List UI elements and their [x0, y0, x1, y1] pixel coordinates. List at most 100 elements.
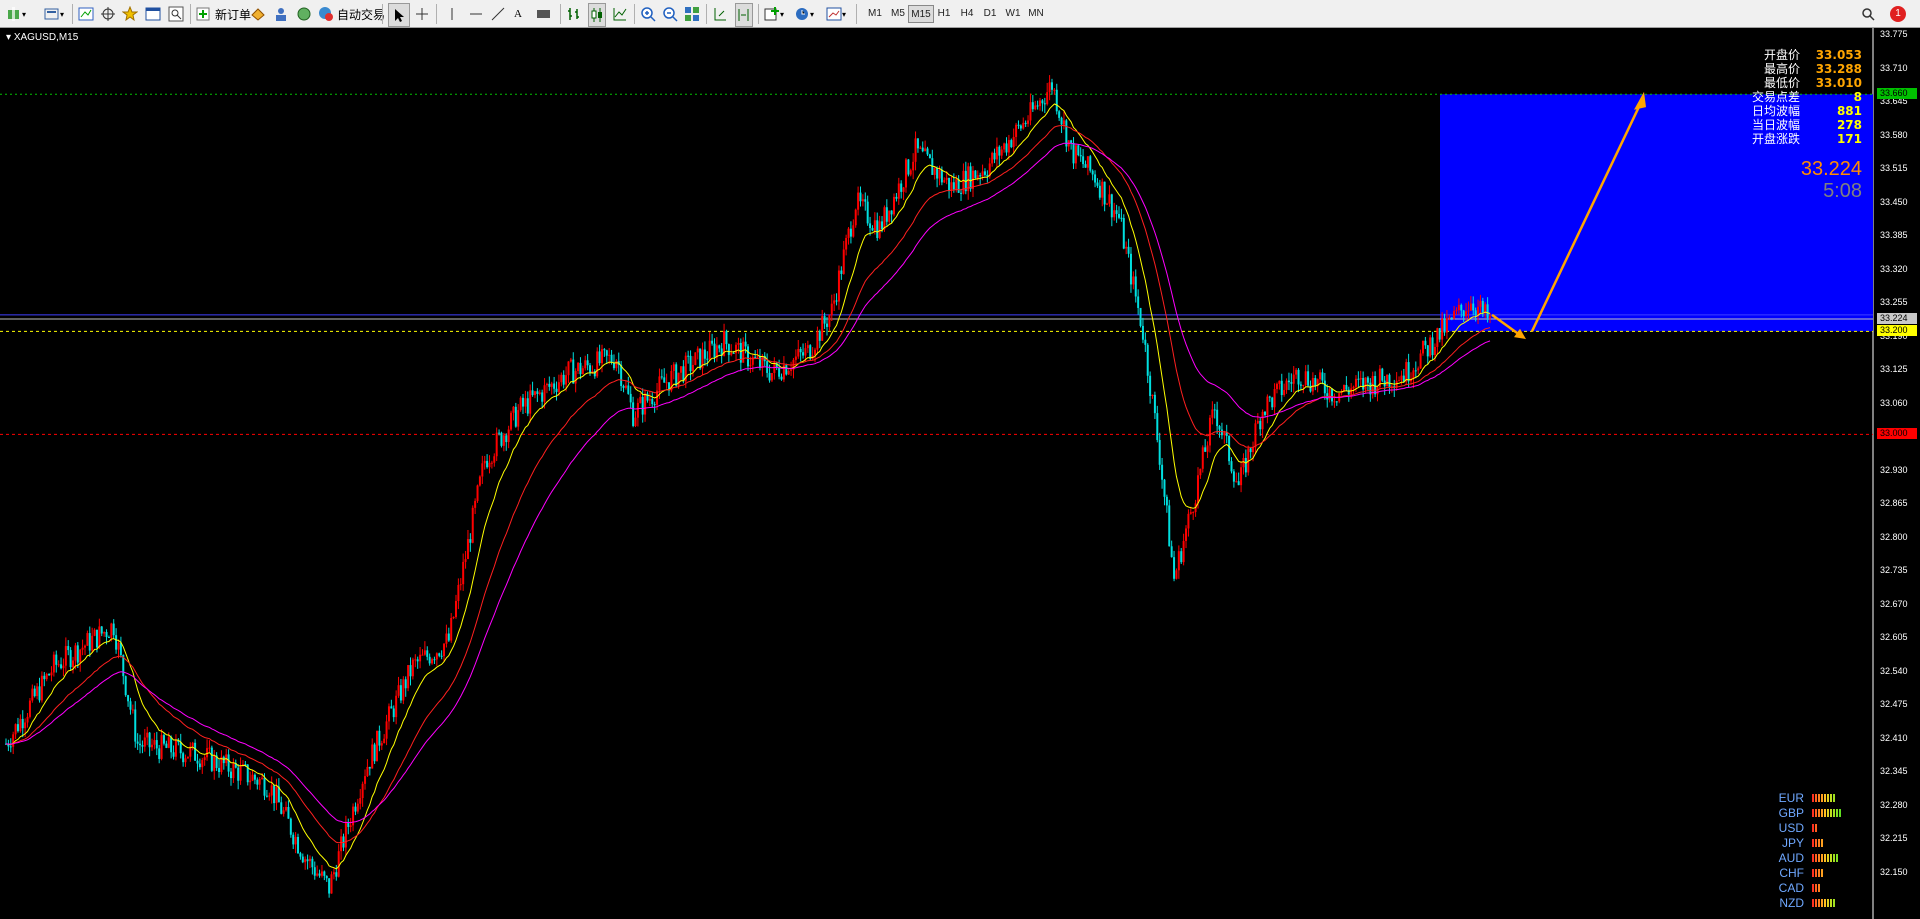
indicators-button[interactable]: ▾ [764, 3, 784, 25]
candle-body [1070, 140, 1073, 143]
candle-body [1113, 210, 1116, 218]
bar-chart-button[interactable] [566, 3, 582, 25]
timeframe-mn[interactable]: MN [1023, 5, 1049, 23]
candle-body [1137, 296, 1140, 308]
candle-body [318, 873, 321, 876]
candle-body [182, 753, 185, 763]
crosshair-tool-button[interactable] [414, 3, 430, 25]
candle-body [976, 175, 979, 179]
market-watch-button[interactable] [78, 3, 94, 25]
line-chart-button[interactable] [612, 3, 628, 25]
candle-body [380, 743, 383, 746]
price-chart[interactable] [0, 28, 1920, 919]
candle-body [1314, 378, 1317, 387]
candlestick-button[interactable] [588, 3, 606, 27]
trendline-button[interactable] [490, 3, 506, 25]
price-tag: 33.660 [1877, 88, 1917, 100]
candle-body [536, 391, 539, 394]
search-button[interactable] [1860, 3, 1876, 25]
candle-body [608, 354, 611, 356]
candle-body [1414, 370, 1417, 372]
candle-body [735, 344, 738, 354]
candle-body [756, 356, 759, 358]
candle-body [1424, 340, 1427, 346]
candle-body [1000, 149, 1003, 156]
candle-body [474, 500, 477, 508]
new-chart-button[interactable]: ▾ [6, 3, 26, 25]
person-icon [273, 6, 289, 22]
currency-name: NZD [1779, 895, 1804, 910]
candle-body [658, 376, 661, 391]
candle-body [364, 776, 367, 784]
notification-button[interactable]: 1 [1890, 3, 1906, 25]
candle-body [519, 397, 522, 411]
currency-strength-panel: EUR GBP USD JPY AUD CHF CAD NZD [1772, 790, 1862, 910]
candle-body [833, 300, 836, 304]
chart-shift-icon [736, 7, 752, 23]
strategy-tester-button[interactable] [168, 3, 184, 25]
candle-body [586, 360, 589, 366]
templates-button[interactable]: ▾ [826, 3, 846, 25]
candle-body [1108, 194, 1111, 204]
candle-body [435, 653, 438, 660]
candle-body [715, 345, 718, 358]
candle-body [160, 735, 163, 759]
new-order-button[interactable]: 新订单 [196, 3, 251, 25]
terminal-button[interactable] [145, 3, 161, 25]
candle-body [275, 786, 278, 804]
signals-button[interactable] [273, 3, 289, 25]
candle-body [151, 744, 154, 748]
candle-body [1259, 420, 1262, 430]
chart-shift-button[interactable] [735, 3, 753, 27]
auto-scroll-button[interactable] [712, 3, 728, 25]
tile-windows-button[interactable] [684, 3, 700, 25]
candle-body [1398, 380, 1401, 382]
candle-body [1489, 316, 1491, 318]
zoom-in-button[interactable] [640, 3, 656, 25]
candle-body [60, 664, 63, 669]
auto-trade-button[interactable]: 自动交易 [318, 3, 385, 25]
info-value: 278 [1836, 118, 1862, 132]
candle-body [548, 383, 551, 387]
label-tool-button[interactable] [536, 3, 552, 25]
vertical-line-button[interactable] [444, 3, 460, 25]
candle-body [849, 228, 852, 237]
strength-bars [1812, 898, 1835, 907]
metaeditor-button[interactable] [250, 3, 266, 25]
candle-body [1278, 380, 1281, 384]
currency-name: CHF [1779, 865, 1804, 880]
price-tick: 32.930 [1880, 464, 1908, 475]
candle-body [38, 686, 41, 701]
navigator-button[interactable] [121, 3, 139, 25]
price-tick: 33.450 [1880, 196, 1908, 207]
candle-body [610, 354, 613, 363]
candle-body [1311, 378, 1314, 392]
candle-body [201, 760, 204, 768]
profiles-button[interactable]: ▾ [44, 3, 64, 25]
candle-body [1462, 310, 1465, 317]
candle-body [390, 706, 393, 709]
candle-body [433, 659, 436, 661]
candle-body [933, 168, 936, 175]
cursor-tool-button[interactable] [388, 3, 410, 27]
candle-body [1453, 311, 1456, 319]
candle-body [457, 585, 460, 601]
candle-body [545, 383, 548, 386]
data-window-button[interactable] [100, 3, 116, 25]
zoom-out-button[interactable] [662, 3, 678, 25]
candle-body [1352, 386, 1355, 389]
candle-body [486, 460, 489, 468]
horizontal-line-button[interactable] [468, 3, 484, 25]
candle-body [569, 359, 572, 362]
symbol-text: XAGUSD,M15 [13, 32, 79, 43]
price-tick: 33.255 [1880, 297, 1908, 307]
price-tick: 33.385 [1880, 230, 1908, 240]
candle-body [1359, 378, 1362, 380]
text-tool-button[interactable]: A [514, 3, 522, 25]
candle-body [397, 685, 400, 696]
candle-body [265, 795, 268, 797]
candle-body [311, 858, 314, 868]
periods-button[interactable]: ▾ [794, 3, 814, 25]
market-button[interactable] [296, 3, 312, 25]
candle-body [574, 371, 577, 384]
